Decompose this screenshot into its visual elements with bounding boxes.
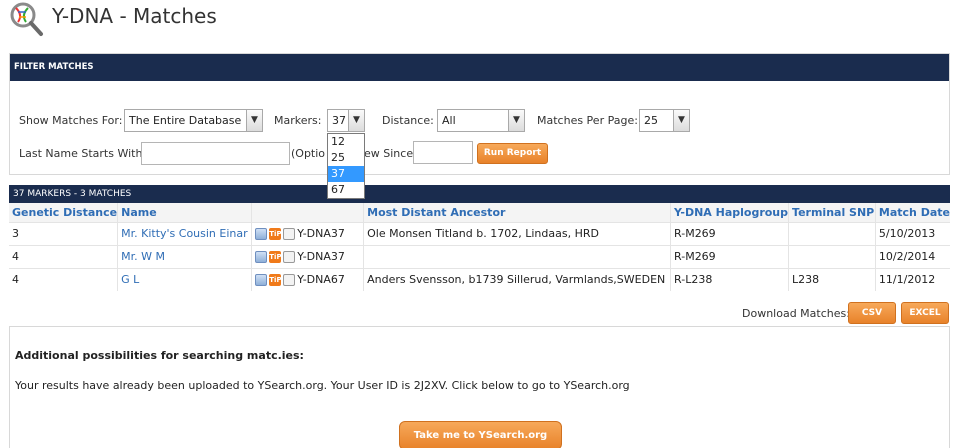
- haplogroup-cell: R-L238: [670, 267, 790, 291]
- chevron-down-icon: ▼: [673, 110, 689, 131]
- col-name[interactable]: Name: [117, 203, 253, 222]
- tip-icon[interactable]: TiP: [269, 274, 282, 287]
- compare-chart-icon[interactable]: [283, 274, 296, 287]
- results-header: 37 MARKERS - 3 MATCHES: [9, 185, 950, 203]
- markers-dropdown-list: 12 25 37 67: [327, 133, 365, 199]
- col-most-distant-ancestor[interactable]: Most Distant Ancestor: [363, 203, 672, 222]
- terminal-snp-cell: [788, 221, 876, 245]
- markers-option-37[interactable]: 37: [328, 166, 364, 182]
- markers-value: 37: [332, 114, 346, 127]
- download-matches-label: Download Matches:: [742, 307, 850, 320]
- excel-button[interactable]: EXCEL: [901, 302, 949, 324]
- email-icon[interactable]: [255, 228, 268, 240]
- terminal-snp-cell: [788, 244, 876, 268]
- ancestor-cell: Anders Svensson, b1739 Sillerud, Varmlan…: [363, 267, 672, 291]
- ysearch-info-text: Your results have already been uploaded …: [15, 379, 630, 392]
- chevron-down-icon: ▼: [348, 110, 364, 131]
- distance-label: Distance:: [382, 114, 434, 127]
- test-type: Y-DNA67: [297, 273, 345, 287]
- col-haplogroup[interactable]: Y-DNA Haplogroup: [670, 203, 790, 222]
- match-date-cell: 10/2/2014: [875, 244, 950, 268]
- test-type: Y-DNA37: [297, 250, 345, 263]
- csv-button[interactable]: CSV: [848, 302, 896, 324]
- tip-icon[interactable]: TiP: [269, 228, 282, 240]
- icons-cell: TiP Y-DNA37: [251, 221, 365, 245]
- run-report-button[interactable]: Run Report: [477, 143, 548, 164]
- genetic-distance-cell: 4: [9, 244, 119, 268]
- show-matches-label: Show Matches For:: [19, 114, 123, 127]
- email-icon[interactable]: [255, 274, 268, 287]
- matches-table: Genetic Distance Name Most Distant Ances…: [9, 203, 950, 291]
- ysearch-button[interactable]: Take me to YSearch.org: [399, 421, 562, 448]
- markers-label: Markers:: [274, 114, 322, 127]
- col-terminal-snp[interactable]: Terminal SNP: [788, 203, 876, 222]
- ancestor-cell: Ole Monsen Titland b. 1702, Lindaas, HRD: [363, 221, 672, 245]
- table-row: 4 G L TiP Y-DNA67 Anders Svensson, b1739 …: [9, 267, 950, 291]
- distance-value: All: [442, 114, 456, 127]
- icons-cell: TiP Y-DNA67: [251, 267, 365, 291]
- genetic-distance-cell: 4: [9, 267, 119, 291]
- results-panel: 37 MARKERS - 3 MATCHES Genetic Distance …: [9, 185, 950, 293]
- icons-cell: TiP Y-DNA37: [251, 244, 365, 268]
- view-since-input[interactable]: [413, 141, 473, 164]
- compare-chart-icon[interactable]: [283, 251, 296, 263]
- table-row: 4 Mr. W M TiP Y-DNA37 R-M269 10/2/2014: [9, 244, 950, 268]
- match-date-cell: 5/10/2013: [875, 221, 950, 245]
- name-cell: Mr. Kitty's Cousin Einar: [117, 221, 253, 245]
- name-cell: G L: [117, 267, 253, 291]
- markers-select[interactable]: 37 ▼: [327, 109, 365, 132]
- chevron-down-icon: ▼: [246, 110, 262, 131]
- dna-magnifier-logo-icon: [10, 2, 43, 36]
- table-header-row: Genetic Distance Name Most Distant Ances…: [9, 203, 950, 222]
- tip-icon[interactable]: TiP: [269, 251, 282, 263]
- match-date-cell: 11/1/2012: [875, 267, 950, 291]
- markers-option-12[interactable]: 12: [328, 134, 364, 150]
- page-title: Y-DNA - Matches: [52, 4, 217, 28]
- markers-option-25[interactable]: 25: [328, 150, 364, 166]
- distance-select[interactable]: All ▼: [437, 109, 525, 132]
- matches-per-page-label: Matches Per Page:: [537, 114, 638, 127]
- email-icon[interactable]: [255, 251, 268, 263]
- test-type: Y-DNA37: [297, 227, 345, 240]
- matches-per-page-value: 25: [644, 114, 658, 127]
- show-matches-select[interactable]: The Entire Database ▼: [124, 109, 263, 132]
- col-match-date[interactable]: Match Date: [875, 203, 950, 222]
- last-name-input[interactable]: [141, 142, 290, 165]
- optional-label: (Optio: [291, 147, 326, 160]
- match-name-link[interactable]: Mr. W M: [121, 250, 165, 263]
- compare-chart-icon[interactable]: [283, 228, 296, 240]
- chevron-down-icon: ▼: [508, 110, 524, 131]
- terminal-snp-cell: L238: [788, 267, 876, 291]
- match-name-link[interactable]: G L: [121, 273, 139, 286]
- show-matches-value: The Entire Database: [129, 114, 242, 127]
- additional-heading: Additional possibilities for searching m…: [15, 349, 304, 362]
- view-since-label: ew Since:: [364, 147, 417, 160]
- last-name-label: Last Name Starts With:: [19, 147, 147, 160]
- haplogroup-cell: R-M269: [670, 244, 790, 268]
- ancestor-cell: [363, 244, 672, 268]
- genetic-distance-cell: 3: [9, 221, 119, 245]
- filter-matches-header: FILTER MATCHES: [10, 54, 949, 81]
- name-cell: Mr. W M: [117, 244, 253, 268]
- col-icons: [251, 203, 365, 222]
- markers-option-67[interactable]: 67: [328, 182, 364, 198]
- col-genetic-distance[interactable]: Genetic Distance: [9, 203, 119, 222]
- match-name-link[interactable]: Mr. Kitty's Cousin Einar: [121, 227, 248, 240]
- matches-per-page-select[interactable]: 25 ▼: [639, 109, 690, 132]
- haplogroup-cell: R-M269: [670, 221, 790, 245]
- table-row: 3 Mr. Kitty's Cousin Einar TiP Y-DNA37 Ol…: [9, 221, 950, 245]
